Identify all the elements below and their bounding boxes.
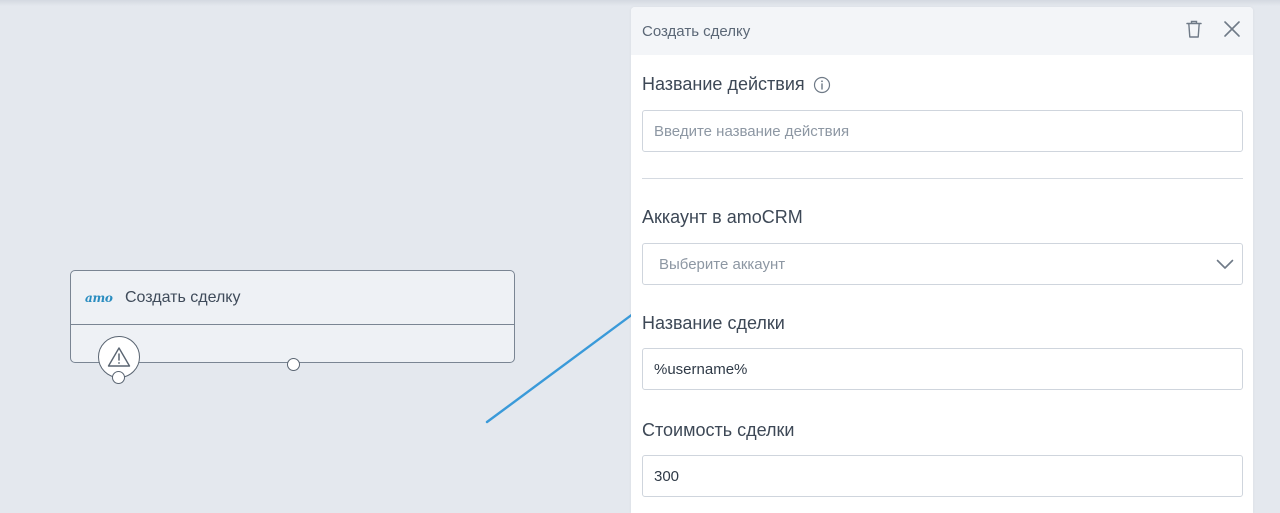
node-output-port[interactable]	[287, 358, 300, 371]
account-select[interactable]: Выберите аккаунт	[642, 243, 1243, 285]
deal-price-input[interactable]	[642, 455, 1243, 497]
account-label: Аккаунт в amoCRM	[642, 207, 803, 227]
chevron-down-icon	[1216, 257, 1234, 275]
create-deal-node[interactable]: amo Создать сделку	[70, 270, 515, 378]
node-header[interactable]: amo Создать сделку	[71, 271, 514, 325]
top-shadow	[0, 0, 1280, 6]
panel-title: Создать сделку	[642, 22, 751, 40]
node-output-port[interactable]	[112, 371, 125, 384]
action-name-input[interactable]	[642, 110, 1243, 152]
deal-name-label: Название сделки	[642, 313, 785, 333]
action-name-label: Название действия	[642, 74, 831, 95]
action-settings-panel: Создать сделку Название действия Введите…	[631, 7, 1253, 513]
info-icon[interactable]	[813, 76, 831, 94]
divider	[642, 178, 1243, 179]
node-title: Создать сделку	[125, 288, 241, 306]
amo-logo: amo	[85, 290, 113, 305]
trash-icon[interactable]	[1183, 18, 1205, 40]
panel-header: Создать сделку	[631, 7, 1253, 55]
deal-price-label: Стоимость сделки	[642, 420, 795, 440]
close-icon[interactable]	[1221, 18, 1243, 40]
account-select-placeholder: Выберите аккаунт	[659, 255, 786, 273]
deal-name-input[interactable]	[642, 348, 1243, 390]
action-name-label-text: Название действия	[642, 74, 805, 94]
